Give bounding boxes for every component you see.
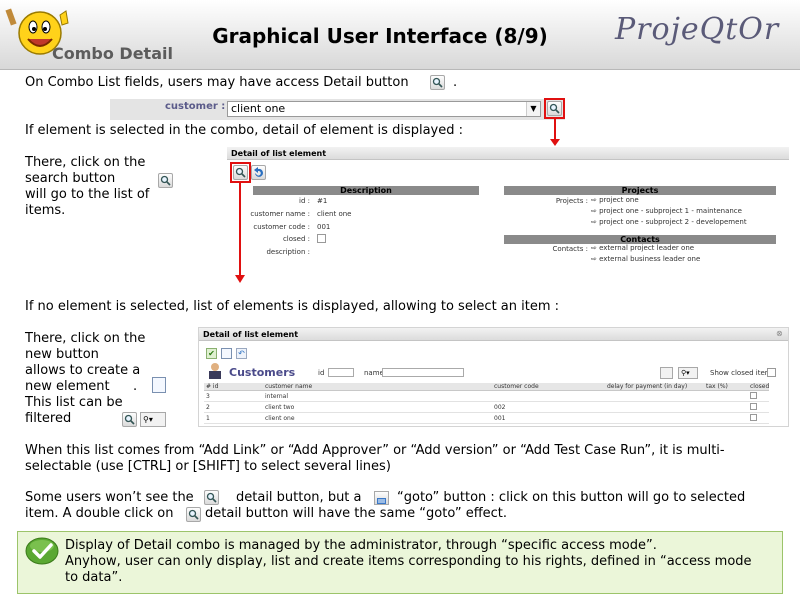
- contact-link[interactable]: ⇨ external project leader one: [591, 244, 694, 253]
- detail-search-icon: [204, 490, 219, 505]
- contacts-label: Contacts :: [552, 245, 588, 253]
- combo-detail-button[interactable]: [547, 101, 562, 116]
- there2-line2: new button: [25, 347, 99, 362]
- column-header[interactable]: closed: [750, 382, 769, 391]
- table-cell: internal: [265, 393, 289, 400]
- customer-combo-label: customer :: [165, 101, 226, 112]
- undo-button[interactable]: [251, 165, 266, 180]
- checkmark-icon: [25, 537, 59, 565]
- intro-text: On Combo List fields, users may have acc…: [25, 75, 409, 90]
- contact-name: external project leader one: [599, 244, 695, 252]
- there2-period: .: [133, 379, 138, 394]
- table-cell: 1: [206, 415, 210, 422]
- column-header[interactable]: customer code: [494, 382, 539, 391]
- there2-line1: There, click on the: [25, 331, 146, 346]
- info-line-3: to data”.: [65, 570, 123, 585]
- show-closed-checkbox[interactable]: [767, 368, 776, 377]
- goto-text-b: detail button, but a: [236, 490, 362, 505]
- filter-options-button[interactable]: ⚲▾: [678, 367, 698, 379]
- project-link[interactable]: ⇨ project one: [591, 196, 639, 205]
- there1-line2: search button: [25, 171, 116, 186]
- customer-combo-select[interactable]: client one: [227, 101, 541, 117]
- table-cell: client two: [265, 404, 295, 411]
- project-name: project one: [599, 196, 639, 204]
- search-icon: [158, 173, 173, 188]
- contact-name: external business leader one: [599, 255, 701, 263]
- multiselect-text-2: selectable (use [CTRL] or [SHIFT] to sel…: [25, 459, 391, 474]
- intro-period: .: [453, 75, 458, 90]
- project-name: project one - subproject 1 - maintenance: [599, 207, 742, 215]
- save-icon[interactable]: ✔: [206, 348, 217, 359]
- detail-explanation: If element is selected in the combo, det…: [25, 123, 464, 138]
- filter-id-label: id: [318, 369, 325, 377]
- there2-line6: filtered: [25, 411, 72, 426]
- filter-dropdown-icon: ⚲▾: [140, 412, 166, 427]
- detail-search-icon: [186, 507, 201, 522]
- goto-text-e: detail button will have the same “goto” …: [205, 506, 508, 521]
- closed-checkbox: [750, 414, 757, 421]
- goto-text-c: “goto” button : click on this button wil…: [397, 490, 746, 505]
- red-arrow-icon: [550, 119, 560, 146]
- goto-text-d: item. A double click on: [25, 506, 174, 521]
- projects-header: Projects: [504, 186, 776, 195]
- project-link[interactable]: ⇨ project one - subproject 2 - developem…: [591, 218, 747, 227]
- projects-label: Projects :: [555, 197, 588, 205]
- new-button[interactable]: [221, 348, 232, 359]
- contact-link[interactable]: ⇨ external business leader one: [591, 255, 700, 264]
- there1-line1: There, click on the: [25, 155, 146, 170]
- slide-title: Graphical User Interface (8/9): [212, 24, 548, 48]
- field-value-code: 001: [317, 223, 331, 231]
- combo-dropdown-arrow-icon[interactable]: ▼: [526, 102, 540, 116]
- table-cell: 002: [494, 404, 506, 411]
- field-value-name: client one: [317, 210, 352, 218]
- table-cell: 001: [494, 415, 506, 422]
- filter-name-label: name: [364, 369, 384, 377]
- filter-search-icon: [122, 412, 137, 427]
- panel-title: Detail of list element: [227, 147, 789, 160]
- project-link[interactable]: ⇨ project one - subproject 1 - maintenan…: [591, 207, 742, 216]
- highlight-box: [230, 162, 251, 183]
- closed-checkbox: [750, 403, 757, 410]
- table-row[interactable]: [204, 392, 769, 402]
- there2-line5: This list can be: [25, 395, 123, 410]
- closed-checkbox: [750, 392, 757, 399]
- brand-logo-text: ProjeQtOr: [615, 12, 780, 47]
- new-document-icon: [152, 377, 166, 393]
- show-closed-label: Show closed items: [710, 369, 776, 377]
- description-header: Description: [253, 186, 479, 195]
- column-header[interactable]: # id: [206, 382, 218, 391]
- there2-line3: allows to create a: [25, 363, 141, 378]
- table-cell: 3: [206, 393, 210, 400]
- detail-search-icon: [430, 75, 445, 90]
- info-line-1: Display of Detail combo is managed by th…: [65, 538, 657, 553]
- column-header[interactable]: tax (%): [706, 382, 728, 391]
- contacts-header: Contacts: [504, 235, 776, 244]
- goto-icon: [374, 491, 389, 505]
- list-explanation: If no element is selected, list of eleme…: [25, 299, 560, 314]
- list-title: Customers: [229, 366, 296, 379]
- column-header[interactable]: delay for payment (in day): [607, 382, 687, 391]
- multiselect-text-1: When this list comes from “Add Link” or …: [25, 443, 725, 458]
- there2-line4: new element: [25, 379, 110, 394]
- customers-icon: [209, 363, 221, 379]
- project-name: project one - subproject 2 - developemen…: [599, 218, 747, 226]
- column-header[interactable]: customer name: [265, 382, 312, 391]
- slide-subtitle: Combo Detail: [52, 44, 173, 63]
- red-arrow-icon: [235, 183, 245, 283]
- table-cell: 2: [206, 404, 210, 411]
- table-cell: client one: [265, 415, 295, 422]
- closed-checkbox[interactable]: [317, 234, 326, 243]
- panel-title: Detail of list element: [199, 328, 788, 341]
- filter-search-button[interactable]: [660, 367, 673, 379]
- undo-icon[interactable]: ↶: [236, 348, 247, 359]
- filter-name-input[interactable]: [382, 368, 464, 377]
- goto-text-a: Some users won’t see the: [25, 490, 194, 505]
- there1-line4: items.: [25, 203, 66, 218]
- close-icon[interactable]: ⊗: [776, 329, 783, 338]
- field-value-id: #1: [317, 197, 328, 205]
- filter-id-input[interactable]: [328, 368, 354, 377]
- there1-line3: will go to the list of: [25, 187, 150, 202]
- info-line-2: Anyhow, user can only display, list and …: [65, 554, 752, 569]
